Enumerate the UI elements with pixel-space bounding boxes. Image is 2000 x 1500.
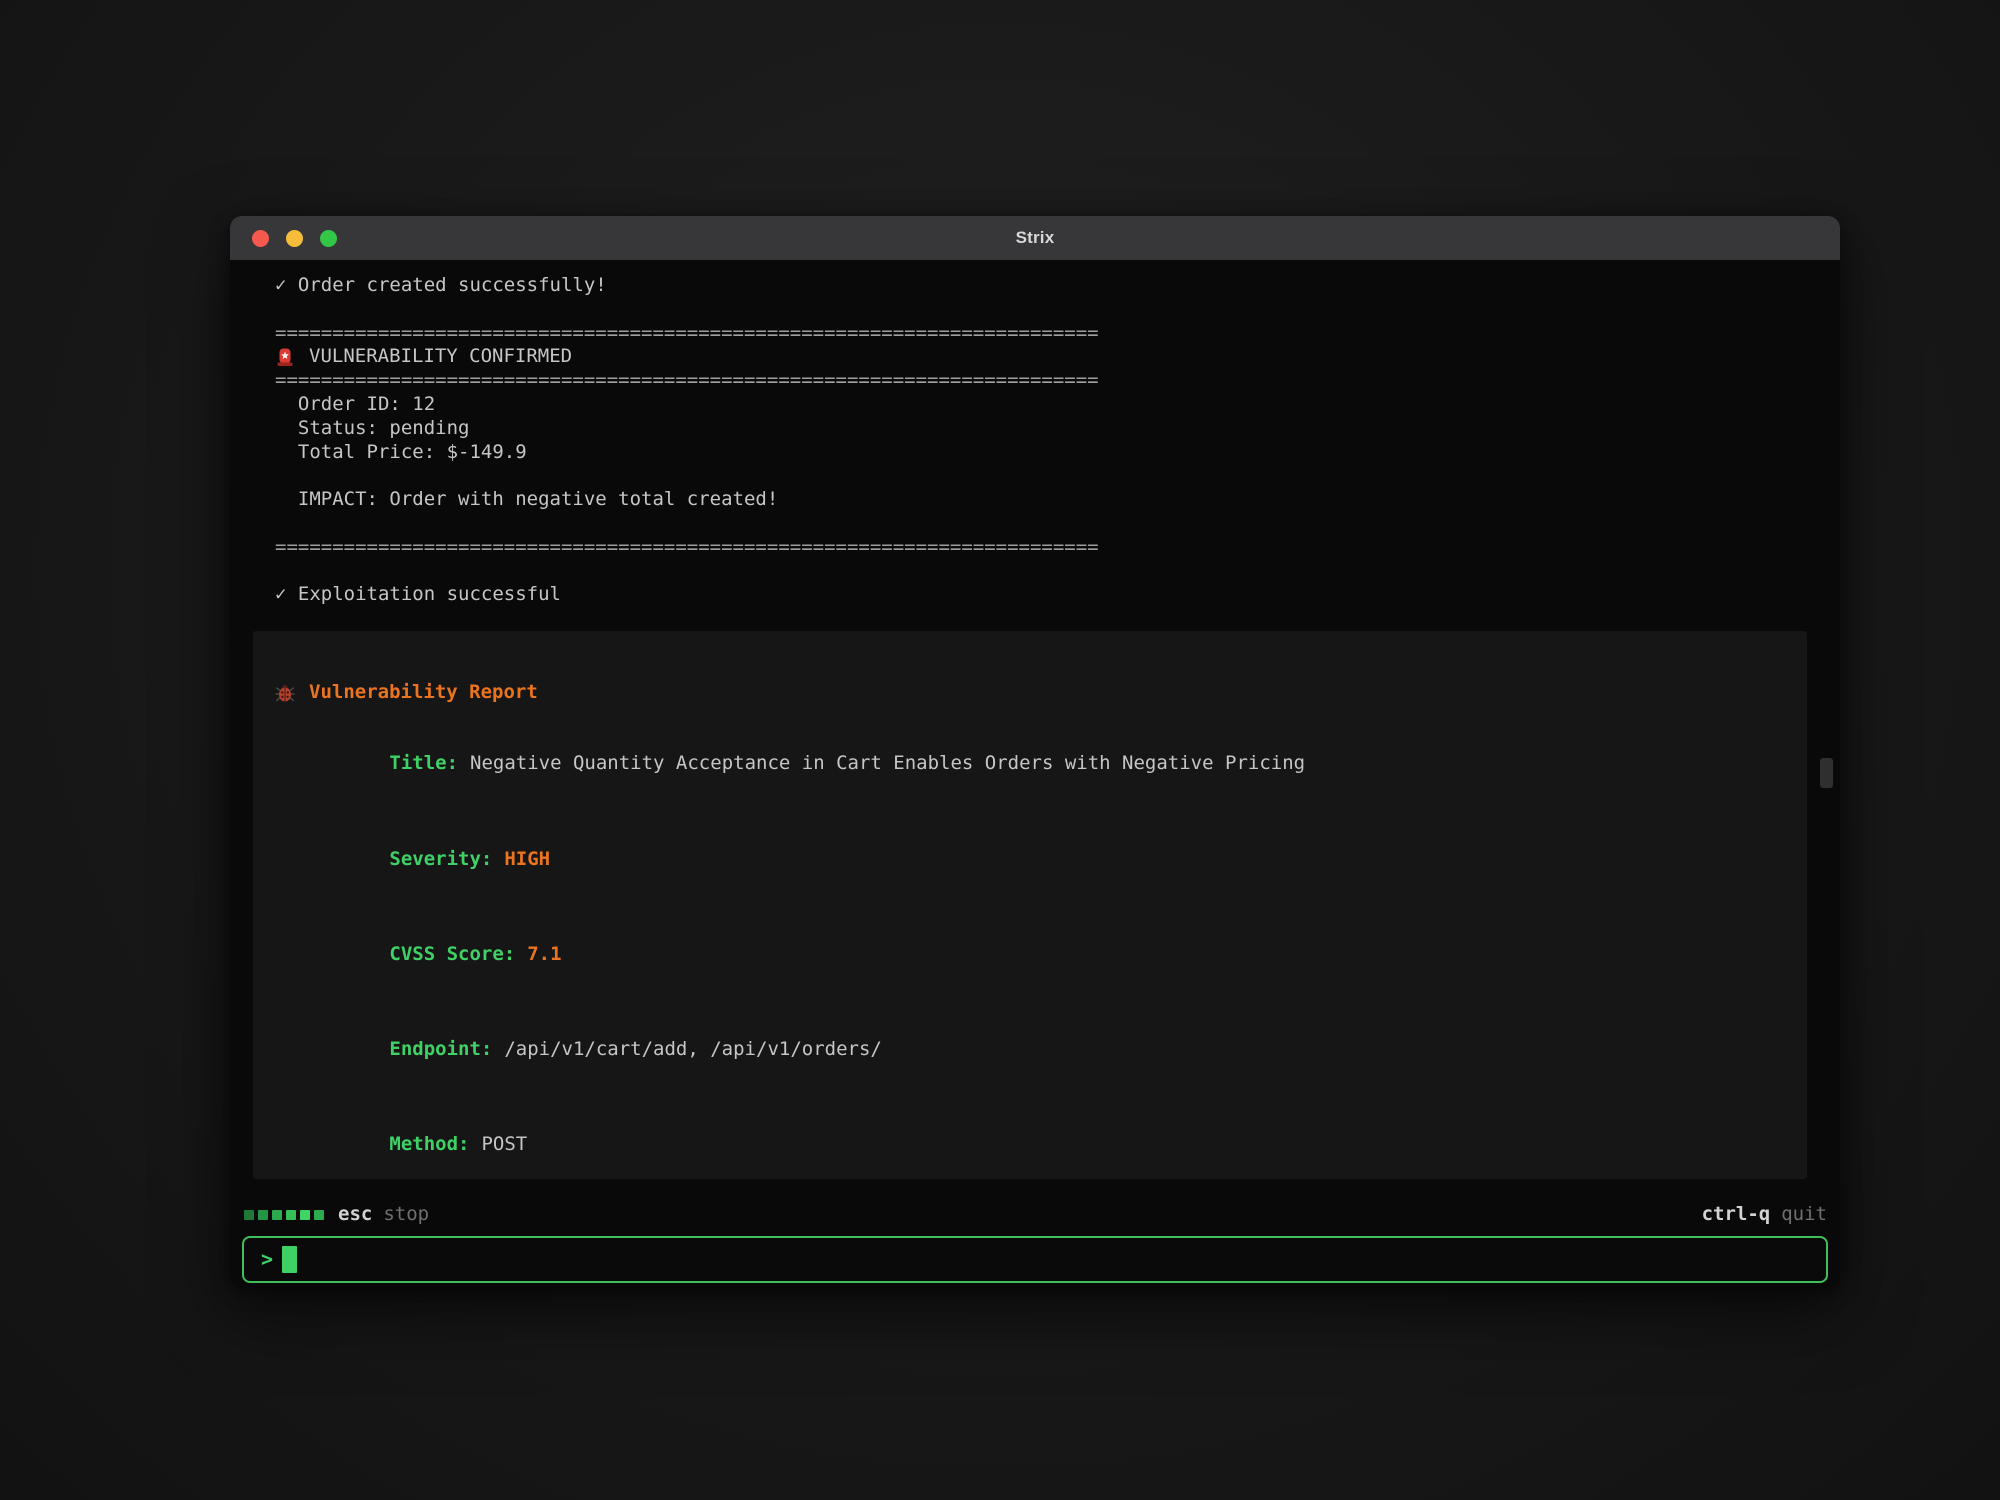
report-method-line: Method: POST — [275, 1109, 1783, 1179]
siren-icon — [275, 347, 295, 367]
zoom-button[interactable] — [320, 230, 337, 247]
endpoint-label: Endpoint: — [389, 1038, 492, 1060]
endpoint-value: /api/v1/cart/add, /api/v1/orders/ — [504, 1038, 882, 1060]
report-endpoint-line: Endpoint: /api/v1/cart/add, /api/v1/order… — [275, 1014, 1783, 1085]
vulnerability-confirmed-text: VULNERABILITY CONFIRMED — [309, 345, 572, 369]
spinner-block — [314, 1210, 324, 1220]
report-header-title: Vulnerability Report — [309, 681, 538, 705]
status-right: ctrl-q quit — [1702, 1203, 1827, 1227]
total-price-line: Total Price: $-149.9 — [230, 441, 1840, 465]
status-left: esc stop — [244, 1203, 429, 1227]
severity-value: HIGH — [504, 848, 550, 870]
severity-label: Severity: — [389, 848, 492, 870]
spinner-block — [272, 1210, 282, 1220]
report-title-line: Title: Negative Quantity Acceptance in Ca… — [275, 729, 1783, 800]
impact-line: IMPACT: Order with negative total create… — [230, 488, 1840, 512]
order-success-line: ✓ Order created successfully! — [230, 274, 1840, 298]
spinner-block — [300, 1210, 310, 1220]
titlebar[interactable]: Strix — [230, 216, 1840, 260]
quit-key-hint: ctrl-q — [1702, 1203, 1771, 1227]
spinner-block — [286, 1210, 296, 1220]
report-header-row: Vulnerability Report — [275, 681, 1783, 705]
prompt-symbol: > — [261, 1248, 273, 1272]
title-value: Negative Quantity Acceptance in Cart Ena… — [470, 752, 1305, 774]
command-input[interactable]: > — [242, 1236, 1828, 1283]
close-button[interactable] — [252, 230, 269, 247]
window-title: Strix — [1016, 228, 1055, 248]
strix-window: Strix ✓ Order created successfully! ====… — [230, 216, 1840, 1287]
terminal-content: ✓ Order created successfully! ==========… — [230, 260, 1840, 1287]
traffic-lights — [252, 216, 337, 260]
status-bar: esc stop ctrl-q quit — [230, 1200, 1840, 1230]
method-label: Method: — [389, 1133, 469, 1155]
activity-spinner — [244, 1210, 324, 1220]
order-status-line: Status: pending — [230, 417, 1840, 441]
vulnerability-report-panel: Vulnerability Report Title: Negative Quan… — [253, 631, 1807, 1179]
text-cursor — [282, 1246, 297, 1273]
vulnerability-confirmed-line: VULNERABILITY CONFIRMED — [230, 345, 1840, 369]
esc-key-hint: esc — [338, 1203, 372, 1227]
cvss-score-label: CVSS Score: — [389, 943, 515, 965]
separator-line: ========================================… — [230, 536, 1840, 560]
spinner-block — [258, 1210, 268, 1220]
exploitation-success-line: ✓ Exploitation successful — [230, 583, 1840, 607]
spinner-block — [244, 1210, 254, 1220]
report-severity-line: Severity: HIGH — [275, 824, 1783, 895]
separator-line: ========================================… — [230, 369, 1840, 393]
order-id-line: Order ID: 12 — [230, 393, 1840, 417]
esc-action-hint: stop — [383, 1203, 429, 1227]
quit-action-hint: quit — [1781, 1203, 1827, 1227]
terminal-output: ✓ Order created successfully! ==========… — [230, 274, 1840, 1179]
cvss-score-value: 7.1 — [527, 943, 561, 965]
report-cvss-score-line: CVSS Score: 7.1 — [275, 919, 1783, 990]
title-label: Title: — [389, 752, 458, 774]
method-value: POST — [481, 1133, 527, 1155]
scrollbar-thumb[interactable] — [1820, 758, 1833, 788]
minimize-button[interactable] — [286, 230, 303, 247]
separator-line: ========================================… — [230, 322, 1840, 346]
bug-icon — [275, 683, 295, 703]
